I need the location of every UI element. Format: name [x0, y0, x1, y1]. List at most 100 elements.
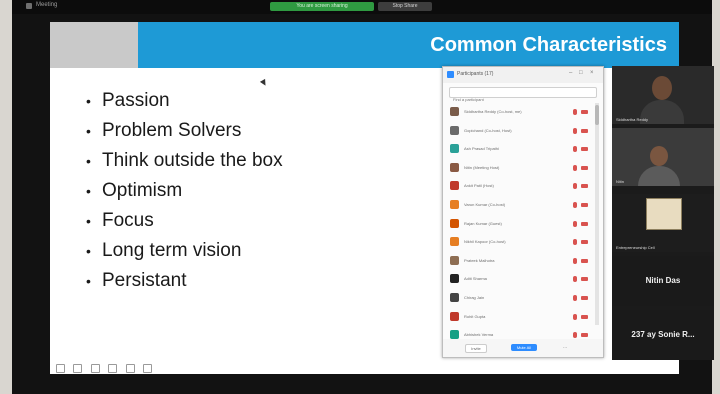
video-tile[interactable]: Entrepreneurship Cell [612, 194, 714, 252]
minimize-icon[interactable]: – [569, 70, 572, 76]
mic-muted-icon[interactable] [573, 109, 577, 115]
mic-muted-icon[interactable] [573, 183, 577, 190]
participant-row[interactable]: Gopichand (Co-host, Host) [447, 122, 595, 141]
video-tile[interactable]: 237 ay Sonie R... [612, 310, 714, 360]
mic-muted-icon[interactable] [573, 257, 577, 264]
avatar [450, 181, 459, 191]
bullet-dot-icon: • [86, 183, 91, 199]
mic-muted-icon[interactable] [573, 294, 577, 301]
slides-icon[interactable] [108, 364, 118, 373]
pen-icon[interactable] [56, 364, 65, 373]
video-off-icon[interactable] [581, 258, 588, 263]
bullet-text: Persistant [102, 270, 187, 291]
participant-row[interactable]: Ankit Patil (Host) [447, 177, 595, 196]
options-icon[interactable] [143, 364, 153, 373]
participant-name: Abhishek Verma [464, 332, 494, 338]
participants-panel[interactable]: Participants (17) – □ × Siddhartha Reddy… [442, 66, 604, 358]
participant-search[interactable] [449, 87, 597, 104]
avatar [450, 218, 459, 228]
video-tile[interactable]: Nitin Das [612, 256, 714, 306]
video-tile-label: Nitin [616, 179, 625, 184]
stop-share-button[interactable]: Stop Share [378, 2, 432, 11]
invite-button[interactable]: Invite [465, 344, 487, 353]
participant-name: Gopichand (Co-host, Host) [464, 127, 512, 133]
participant-row[interactable]: Rohit Gupta [447, 308, 595, 327]
participant-scrollbar[interactable] [595, 103, 599, 325]
more-button[interactable]: ... [563, 344, 567, 350]
bullet-dot-icon: • [86, 153, 91, 169]
avatar [450, 199, 459, 209]
bullet-item: • Passion [86, 86, 283, 116]
participant-video [652, 76, 672, 100]
video-off-icon[interactable] [581, 184, 588, 189]
avatar [450, 162, 459, 172]
window-title: Meeting [36, 2, 58, 8]
video-off-icon[interactable] [581, 221, 588, 226]
video-tile-label: Entrepreneurship Cell [616, 245, 655, 250]
participant-row[interactable]: Prateek Malhotra [447, 252, 595, 271]
video-off-icon[interactable] [581, 314, 588, 319]
bullet-dot-icon: • [86, 273, 91, 289]
bullet-item: • Problem Solvers [86, 116, 283, 146]
bullet-item: • Think outside the box [86, 146, 283, 176]
avatar [450, 144, 459, 154]
bullet-text: Passion [102, 90, 170, 111]
zoom-icon[interactable] [125, 364, 135, 373]
participant-row[interactable]: Chirag Jain [447, 289, 595, 308]
participant-list[interactable]: Siddhartha Reddy (Co-host, me) Gopichand … [447, 103, 595, 345]
bullet-text: Problem Solvers [102, 120, 242, 141]
highlighter-icon[interactable] [90, 364, 100, 373]
avatar [450, 274, 459, 284]
bullet-text: Think outside the box [102, 150, 283, 171]
mic-muted-icon[interactable] [573, 146, 577, 153]
scroll-thumb[interactable] [595, 105, 599, 125]
video-off-icon[interactable] [581, 202, 588, 207]
video-off-icon[interactable] [581, 165, 588, 170]
participant-row[interactable]: Ash Prasad Tripathi [447, 140, 595, 159]
mic-muted-icon[interactable] [573, 332, 577, 339]
app-icon [26, 3, 32, 9]
mic-muted-icon[interactable] [573, 313, 577, 320]
video-off-icon[interactable] [581, 110, 588, 114]
mute-all-button[interactable]: Mute All [511, 344, 537, 351]
bullet-item: • Optimism [86, 176, 283, 206]
participant-name: Aditi Sharma [464, 276, 487, 282]
video-off-icon[interactable] [581, 128, 588, 133]
participant-row[interactable]: Aditi Sharma [447, 270, 595, 289]
mic-muted-icon[interactable] [573, 220, 577, 227]
zoom-logo-icon [447, 71, 454, 78]
participant-row[interactable]: Siddhartha Reddy (Co-host, me) [447, 103, 595, 122]
participant-row[interactable]: Nikhil Kapoor (Co-host) [447, 233, 595, 252]
video-off-icon[interactable] [581, 277, 588, 282]
participant-row[interactable]: Varun Kumar (Co-host) [447, 196, 595, 215]
mic-muted-icon[interactable] [573, 276, 577, 283]
participant-name: Nitin Das [645, 276, 681, 285]
participants-header: Participants (17) – □ × [443, 67, 603, 83]
mic-muted-icon[interactable] [573, 164, 577, 171]
pointer-icon[interactable] [73, 364, 83, 373]
participants-footer: Invite Mute All ... [443, 339, 603, 357]
participant-name: Chirag Jain [464, 294, 485, 300]
bullet-item: • Focus [86, 206, 283, 236]
bullet-dot-icon: • [86, 213, 91, 229]
mic-muted-icon[interactable] [573, 127, 577, 134]
avatar [450, 125, 459, 135]
video-off-icon[interactable] [581, 295, 588, 300]
participant-name: Siddhartha Reddy (Co-host, me) [464, 109, 522, 114]
avatar [450, 255, 459, 265]
slide-title: Common Characteristics [430, 34, 667, 56]
video-tile[interactable]: Siddhartha Reddy [612, 66, 714, 124]
popout-icon[interactable]: □ [579, 70, 583, 76]
screen-share-banner[interactable]: You are screen sharing [270, 2, 374, 11]
participant-row[interactable]: Rajan Kumar (Guest) [447, 215, 595, 234]
video-tile[interactable]: Nitin [612, 128, 714, 186]
video-off-icon[interactable] [581, 147, 588, 152]
mic-muted-icon[interactable] [573, 239, 577, 246]
close-icon[interactable]: × [590, 70, 594, 76]
slide-toolbar[interactable] [56, 360, 156, 373]
mic-muted-icon[interactable] [573, 201, 577, 208]
avatar [450, 107, 459, 116]
video-off-icon[interactable] [581, 240, 588, 245]
video-off-icon[interactable] [581, 333, 588, 338]
participant-row[interactable]: Nitin (Meeting Host) [447, 159, 595, 178]
